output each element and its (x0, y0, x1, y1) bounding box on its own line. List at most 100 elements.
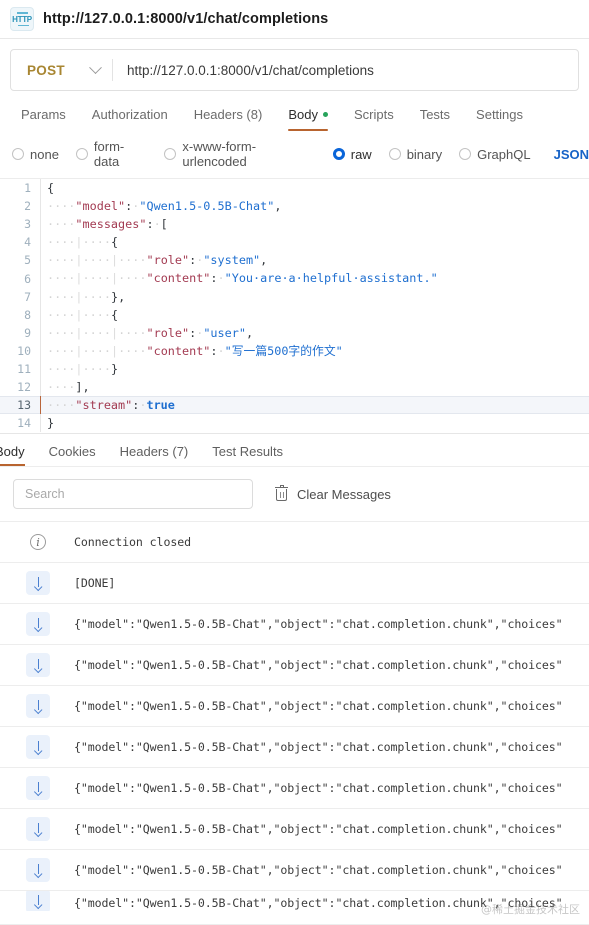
line-number: 8 (0, 308, 40, 322)
code-line[interactable]: 11····|····} (0, 360, 589, 378)
tab-tests[interactable]: Tests (407, 107, 463, 131)
raw-format-selector[interactable]: JSON (554, 147, 589, 162)
response-controls: Clear Messages (0, 467, 589, 521)
response-tab-bar: Body Cookies Headers (7) Test Results (0, 434, 589, 466)
tab-body[interactable]: Body (275, 107, 341, 131)
line-number: 7 (0, 290, 40, 304)
url-input[interactable] (113, 50, 578, 90)
message-row[interactable]: {"model":"Qwen1.5-0.5B-Chat","object":"c… (0, 727, 589, 768)
response-tab-cookies[interactable]: Cookies (49, 444, 108, 466)
clear-messages-label: Clear Messages (297, 487, 391, 502)
tab-label: Settings (476, 107, 523, 122)
line-number: 13 (0, 398, 40, 412)
code-line-content: ····"stream":·true (40, 396, 589, 414)
response-tab-test-results[interactable]: Test Results (212, 444, 295, 466)
download-arrow-icon (26, 891, 50, 911)
message-row[interactable]: [DONE] (0, 563, 589, 604)
line-number: 2 (0, 199, 40, 213)
code-line-content: ····|····|····"role":·"system", (40, 251, 589, 269)
stream-message-list[interactable]: iConnection closed [DONE] {"model":"Qwen1.… (0, 521, 589, 911)
radio-icon (459, 148, 471, 160)
radio-icon (164, 148, 176, 160)
code-line[interactable]: 12····], (0, 378, 589, 396)
tab-authorization[interactable]: Authorization (79, 107, 181, 131)
message-row[interactable]: {"model":"Qwen1.5-0.5B-Chat","object":"c… (0, 850, 589, 891)
tab-headers-8[interactable]: Headers (8) (181, 107, 276, 131)
response-tab-body[interactable]: Body (0, 444, 37, 466)
tab-label: Authorization (92, 107, 168, 122)
line-number: 12 (0, 380, 40, 394)
code-line-content: ····"messages":·[ (40, 215, 589, 233)
message-text: {"model":"Qwen1.5-0.5B-Chat","object":"c… (74, 822, 589, 836)
code-line[interactable]: 1{ (0, 179, 589, 197)
download-arrow-icon (26, 817, 50, 841)
http-method-selector[interactable]: POST (11, 50, 112, 90)
code-line-content: ····|····|····"content":·"You·are·a·help… (40, 269, 589, 287)
download-arrow-icon (26, 858, 50, 882)
code-line[interactable]: 4····|····{ (0, 233, 589, 251)
radio-icon (333, 148, 345, 160)
body-type-x-www-form-urlencoded[interactable]: x-www-form-urlencoded (164, 139, 315, 169)
request-tab-bar: Params Authorization Headers (8)BodyScript… (0, 91, 589, 131)
radio-icon (76, 148, 88, 160)
tab-scripts[interactable]: Scripts (341, 107, 407, 131)
code-line-content: ····"model":·"Qwen1.5-0.5B-Chat", (40, 197, 589, 215)
body-type-label: GraphQL (477, 147, 530, 162)
line-number: 4 (0, 235, 40, 249)
code-line[interactable]: 3····"messages":·[ (0, 215, 589, 233)
code-line[interactable]: 13····"stream":·true (0, 396, 589, 414)
line-number: 11 (0, 362, 40, 376)
download-arrow-icon (26, 653, 50, 677)
line-number: 14 (0, 416, 40, 430)
message-row[interactable]: {"model":"Qwen1.5-0.5B-Chat","object":"c… (0, 604, 589, 645)
message-row[interactable]: {"model":"Qwen1.5-0.5B-Chat","object":"c… (0, 891, 589, 911)
trash-icon (275, 487, 288, 502)
line-number: 1 (0, 181, 40, 195)
line-number: 10 (0, 344, 40, 358)
code-line-content: ····|····|····"content":·"写一篇500字的作文" (40, 342, 589, 360)
search-input[interactable] (13, 479, 253, 509)
line-number: 3 (0, 217, 40, 231)
message-row[interactable]: {"model":"Qwen1.5-0.5B-Chat","object":"c… (0, 645, 589, 686)
tab-settings[interactable]: Settings (463, 107, 536, 131)
http-protocol-icon: HTTP (10, 7, 34, 31)
code-line[interactable]: 6····|····|····"content":·"You·are·a·hel… (0, 269, 589, 287)
clear-messages-button[interactable]: Clear Messages (275, 487, 391, 502)
download-arrow-icon (26, 694, 50, 718)
tab-label: Tests (420, 107, 450, 122)
response-tab-headers-7[interactable]: Headers (7) (120, 444, 201, 466)
code-line-content: ····], (40, 378, 589, 396)
body-type-binary[interactable]: binary (389, 147, 442, 162)
tab-params[interactable]: Params (8, 107, 79, 131)
line-number: 6 (0, 272, 40, 286)
window-titlebar: HTTP http://127.0.0.1:8000/v1/chat/compl… (0, 0, 589, 38)
radio-icon (12, 148, 24, 160)
code-line[interactable]: 8····|····{ (0, 306, 589, 324)
code-line-content: ····|····}, (40, 288, 589, 306)
code-line[interactable]: 10····|····|····"content":·"写一篇500字的作文" (0, 342, 589, 360)
code-line-content: ····|····} (40, 360, 589, 378)
body-type-radio-group: none form-data x-www-form-urlencoded raw bin… (0, 131, 589, 179)
code-line[interactable]: 2····"model":·"Qwen1.5-0.5B-Chat", (0, 197, 589, 215)
code-line-content: ····|····|····"role":·"user", (40, 324, 589, 342)
body-type-graphql[interactable]: GraphQL (459, 147, 530, 162)
body-type-raw[interactable]: raw (333, 147, 372, 162)
message-text: {"model":"Qwen1.5-0.5B-Chat","object":"c… (74, 863, 589, 877)
message-row[interactable]: iConnection closed (0, 522, 589, 563)
code-line[interactable]: 5····|····|····"role":·"system", (0, 251, 589, 269)
chevron-down-icon (89, 61, 102, 74)
code-line[interactable]: 7····|····}, (0, 288, 589, 306)
body-type-label: none (30, 147, 59, 162)
message-row[interactable]: {"model":"Qwen1.5-0.5B-Chat","object":"c… (0, 686, 589, 727)
code-line[interactable]: 14} (0, 414, 589, 432)
radio-icon (389, 148, 401, 160)
download-arrow-icon (26, 571, 50, 595)
request-body-editor[interactable]: 1{2····"model":·"Qwen1.5-0.5B-Chat",3···… (0, 179, 589, 433)
body-type-none[interactable]: none (12, 147, 59, 162)
message-row[interactable]: {"model":"Qwen1.5-0.5B-Chat","object":"c… (0, 768, 589, 809)
code-line[interactable]: 9····|····|····"role":·"user", (0, 324, 589, 342)
message-row[interactable]: {"model":"Qwen1.5-0.5B-Chat","object":"c… (0, 809, 589, 850)
line-number: 9 (0, 326, 40, 340)
body-type-form-data[interactable]: form-data (76, 139, 147, 169)
message-text: [DONE] (74, 576, 589, 590)
